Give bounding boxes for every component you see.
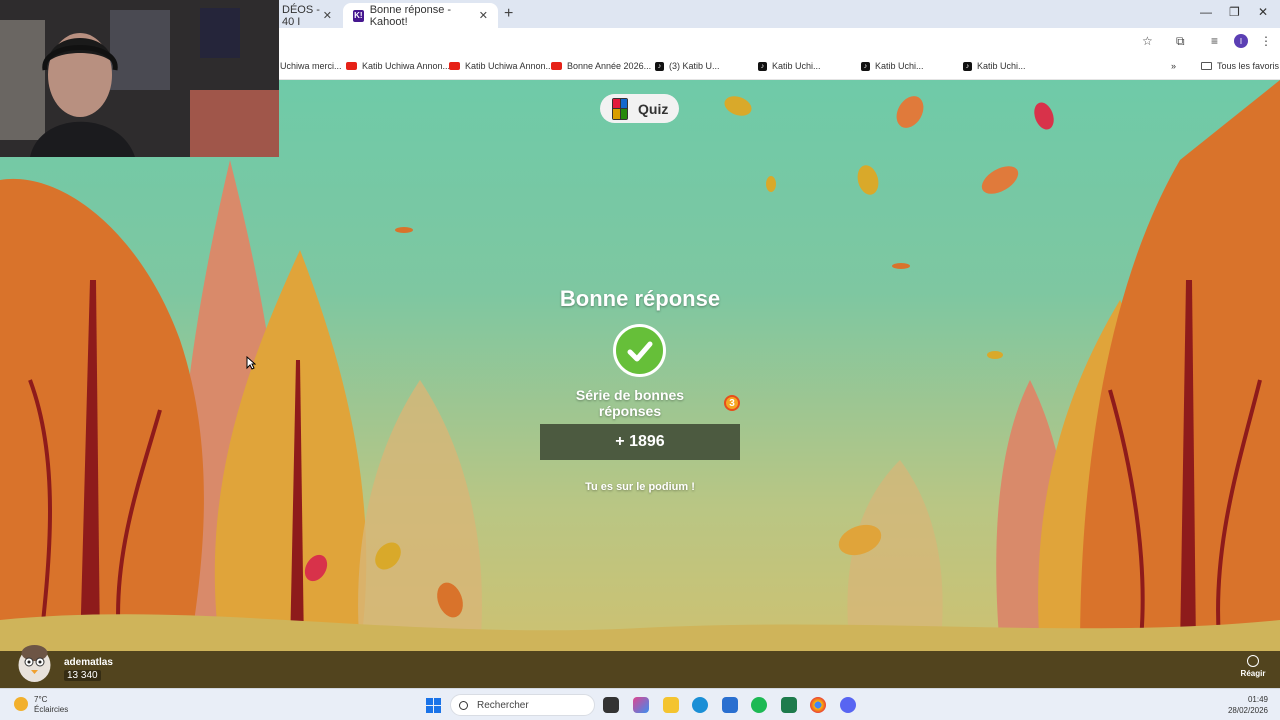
tab-kahoot-title: Bonne réponse - Kahoot! [369, 3, 452, 28]
quiz-shapes-icon [612, 97, 628, 120]
quiz-label: Quiz [638, 100, 669, 117]
bookmark-item[interactable]: Uchiwa merci... [280, 61, 342, 71]
kahoot-game-area: Quiz Bonne réponse Série de bonnes répon… [0, 80, 1280, 688]
result-title: Bonne réponse [559, 286, 721, 311]
tiktok-icon: ♪ [655, 61, 664, 71]
player-score: 13 340 [64, 670, 101, 681]
chrome-icon[interactable] [810, 697, 826, 713]
restore-icon[interactable]: ❐ [1229, 5, 1240, 19]
player-avatar [18, 645, 51, 682]
clock-date: 28/02/2026 [1227, 706, 1268, 715]
copilot-icon[interactable] [633, 697, 649, 713]
edge-icon[interactable] [692, 697, 708, 713]
close-icon[interactable]: ✕ [479, 9, 488, 22]
youtube-icon [551, 62, 562, 70]
tiktok-icon: ♪ [758, 61, 767, 71]
new-tab-icon[interactable]: + [504, 5, 513, 23]
smiley-icon [1247, 655, 1259, 667]
bookmark-item[interactable]: ♪ Katib Uchi... [758, 61, 821, 71]
star-icon[interactable]: ☆ [1142, 34, 1153, 48]
tab-previous[interactable]: DÉOS - 40 I ✕ [272, 3, 342, 28]
bookmark-item[interactable]: ♪ Katib Uchi... [963, 61, 1026, 71]
task-view-icon[interactable] [603, 697, 619, 713]
profile-avatar[interactable]: I [1234, 34, 1248, 48]
tab-previous-title: DÉOS - 40 I [282, 3, 320, 28]
bookmark-item[interactable]: Katib Uchiwa Annon... [346, 61, 450, 71]
autumn-forest-background [0, 80, 1280, 688]
extensions-icon[interactable]: ⧉ [1176, 34, 1185, 49]
podium-message: Tu es sur le podium ! [585, 481, 695, 493]
more-bookmarks-icon[interactable]: » [1171, 61, 1176, 71]
search-placeholder: Rechercher [477, 699, 529, 711]
spotify-icon[interactable] [751, 697, 767, 713]
search-icon [459, 700, 468, 710]
partly-sunny-icon [14, 697, 28, 711]
clock-time: 01:49 [1247, 695, 1268, 704]
all-bookmarks-folder[interactable]: Tous les favoris [1201, 61, 1279, 71]
media-control-icon[interactable]: ≡ [1211, 34, 1218, 48]
kahoot-favicon-icon: K! [353, 9, 364, 22]
bookmark-item[interactable]: ♪ (3) Katib U... [655, 61, 720, 71]
tiktok-icon: ♪ [963, 61, 972, 71]
youtube-icon [346, 62, 357, 70]
webcam-overlay [0, 0, 279, 157]
folder-icon [1201, 62, 1212, 70]
store-icon[interactable] [722, 697, 738, 713]
taskbar-search[interactable]: Rechercher [450, 694, 595, 716]
mouse-cursor-icon [246, 356, 256, 370]
correct-checkmark-icon [613, 324, 666, 377]
player-name: adematlas [64, 657, 113, 668]
window-close-icon[interactable]: ✕ [1258, 5, 1268, 19]
points-earned: + 1896 [540, 424, 740, 460]
youtube-icon [449, 62, 460, 70]
taskbar: 7°C Éclaircies Rechercher 01:49 28/02/20… [0, 688, 1280, 720]
answer-streak-label: Série de bonnes réponses [575, 387, 685, 419]
screen: DÉOS - 40 I ✕ K! Bonne réponse - Kahoot!… [0, 0, 1280, 720]
bookmark-item[interactable]: Bonne Année 2026... [551, 61, 651, 71]
weather-desc: Éclaircies [34, 705, 69, 714]
react-label: Réagir [1240, 669, 1266, 678]
player-bar: adematlas 13 340 Réagir [0, 645, 1280, 688]
close-icon[interactable]: ✕ [323, 9, 332, 22]
system-clock[interactable]: 01:49 28/02/2026 [1220, 694, 1268, 716]
weather-widget[interactable]: 7°C Éclaircies [14, 695, 68, 715]
quiz-badge: Quiz [600, 94, 679, 123]
bookmark-item[interactable]: Katib Uchiwa Annon... [449, 61, 553, 71]
file-explorer-icon[interactable] [663, 697, 679, 713]
weather-temp: 7°C [34, 695, 48, 704]
app-icon[interactable] [781, 697, 797, 713]
bookmark-item[interactable]: ♪ Katib Uchi... [861, 61, 924, 71]
minimize-icon[interactable]: — [1200, 5, 1212, 19]
tiktok-icon: ♪ [861, 61, 870, 71]
streak-count-badge: 3 [724, 395, 740, 411]
windows-start-icon[interactable] [426, 698, 441, 713]
menu-icon[interactable]: ⋮ [1260, 34, 1272, 48]
react-button[interactable]: Réagir [1237, 655, 1269, 678]
tab-kahoot[interactable]: K! Bonne réponse - Kahoot! ✕ [343, 3, 498, 28]
discord-icon[interactable] [840, 697, 856, 713]
